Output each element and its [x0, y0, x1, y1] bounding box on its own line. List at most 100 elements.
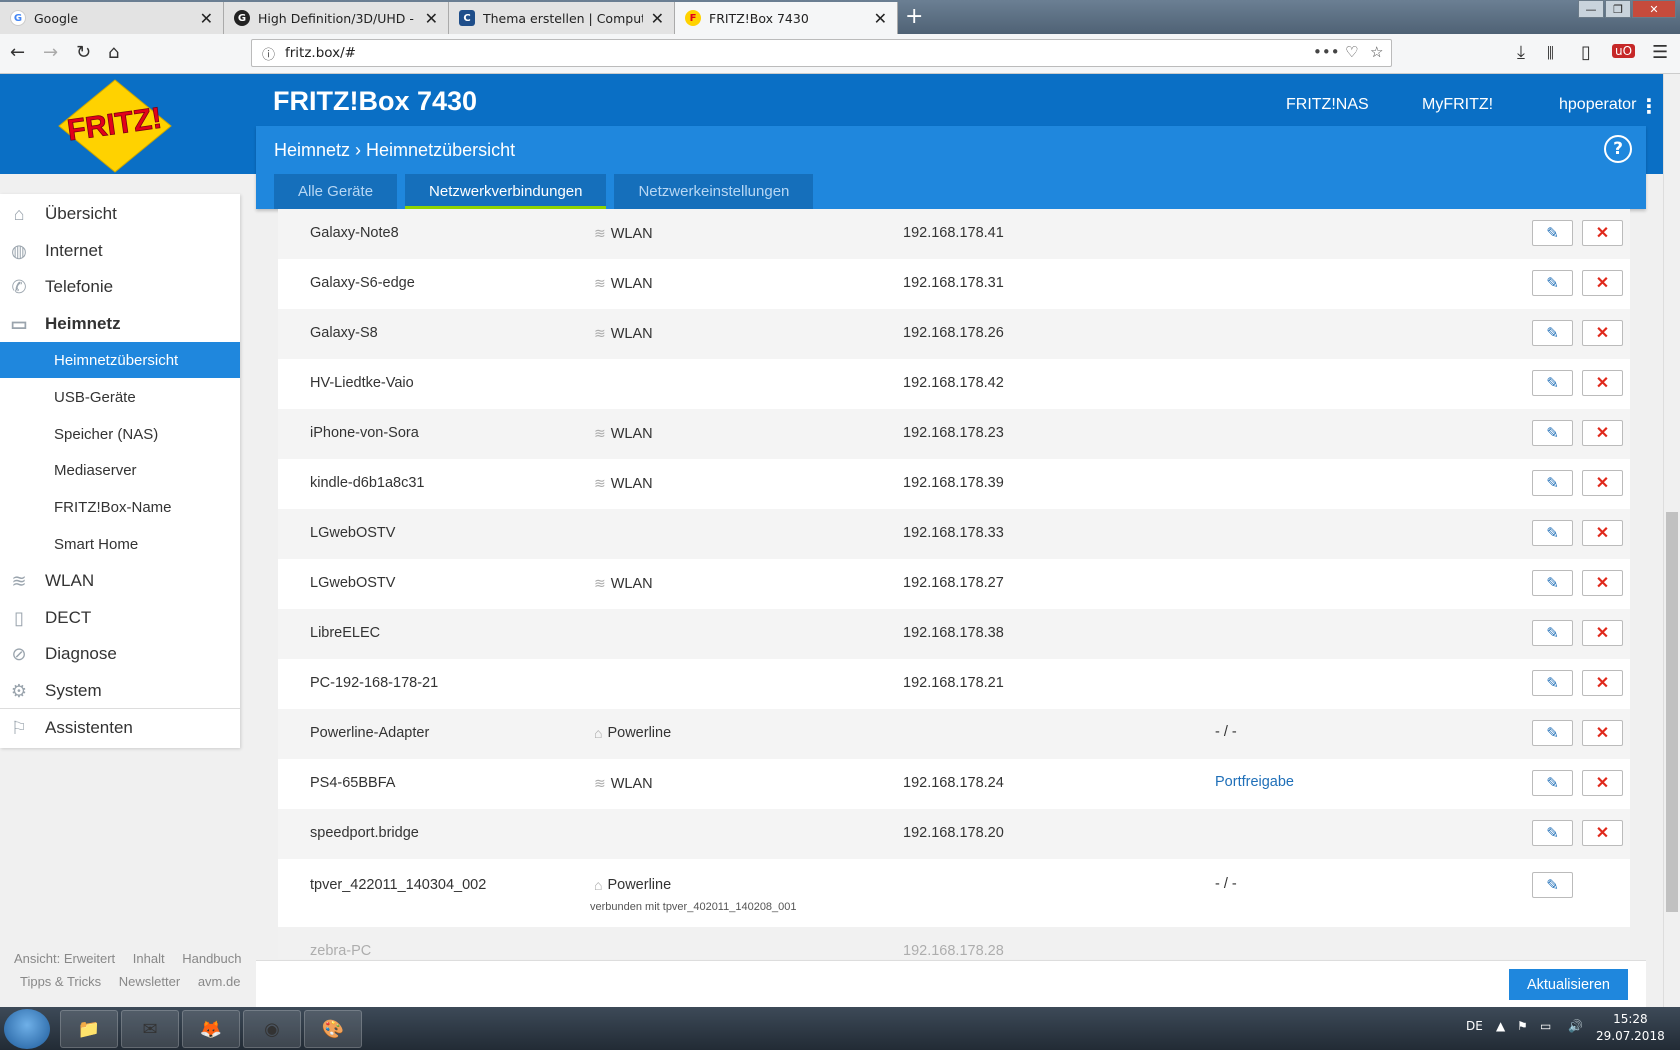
- tab-netzwerkverbindungen[interactable]: Netzwerkverbindungen: [405, 174, 607, 209]
- edit-button[interactable]: ✎: [1532, 220, 1573, 246]
- page-actions-icon[interactable]: •••: [1313, 43, 1340, 61]
- close-tab-icon[interactable]: ✕: [874, 9, 887, 28]
- edit-button[interactable]: ✎: [1532, 370, 1573, 396]
- site-info-icon[interactable]: ⓘ: [262, 44, 275, 63]
- volume-icon[interactable]: 🔊: [1568, 1019, 1583, 1033]
- portfreigabe-link[interactable]: Portfreigabe: [1215, 774, 1294, 790]
- delete-button[interactable]: ✕: [1582, 270, 1623, 296]
- delete-button[interactable]: ✕: [1582, 470, 1623, 496]
- back-icon[interactable]: ←: [10, 42, 25, 63]
- bookmark-star-icon[interactable]: ☆: [1370, 43, 1383, 61]
- myfritz-link[interactable]: MyFRITZ!: [1422, 96, 1493, 114]
- delete-button[interactable]: ✕: [1582, 370, 1623, 396]
- forward-icon[interactable]: →: [43, 42, 58, 63]
- sidebar-item-dect[interactable]: ▯ DECT: [0, 600, 240, 636]
- sidebar-sub-smart-home[interactable]: Smart Home: [0, 526, 240, 562]
- delete-button[interactable]: ✕: [1582, 320, 1623, 346]
- footer-link-tipps[interactable]: Tipps & Tricks: [20, 974, 101, 989]
- edit-button[interactable]: ✎: [1532, 872, 1573, 898]
- edit-button[interactable]: ✎: [1532, 320, 1573, 346]
- action-center-icon[interactable]: ⚑: [1517, 1019, 1528, 1033]
- footer-link-ansicht[interactable]: Ansicht: Erweitert: [14, 951, 115, 966]
- ublock-icon[interactable]: uO: [1612, 44, 1636, 58]
- close-tab-icon[interactable]: ✕: [651, 9, 664, 28]
- address-bar[interactable]: ⓘ fritz.box/# ••• ♡ ☆: [251, 39, 1392, 67]
- page-scrollbar[interactable]: [1663, 74, 1680, 1007]
- edit-button[interactable]: ✎: [1532, 520, 1573, 546]
- edit-button[interactable]: ✎: [1532, 720, 1573, 746]
- close-tab-icon[interactable]: ✕: [425, 9, 438, 28]
- tab-alle-geraete[interactable]: Alle Geräte: [274, 174, 398, 209]
- app-globe-icon[interactable]: ◉: [243, 1010, 301, 1048]
- browser-tab-fritzbox[interactable]: F FRITZ!Box 7430 ✕: [675, 2, 898, 34]
- sidebar-item-uebersicht[interactable]: ⌂ Übersicht: [0, 196, 240, 232]
- delete-button[interactable]: ✕: [1582, 620, 1623, 646]
- breadcrumb-parent[interactable]: Heimnetz: [274, 140, 350, 160]
- delete-button[interactable]: ✕: [1582, 570, 1623, 596]
- delete-button[interactable]: ✕: [1582, 720, 1623, 746]
- system-clock[interactable]: 15:28 29.07.2018: [1596, 1011, 1665, 1045]
- edit-button[interactable]: ✎: [1532, 670, 1573, 696]
- tray-expand-icon[interactable]: ▲: [1496, 1019, 1505, 1033]
- fritznas-link[interactable]: FRITZ!NAS: [1286, 96, 1369, 114]
- sidebar-item-diagnose[interactable]: ⊘ Diagnose: [0, 636, 240, 672]
- user-menu[interactable]: hpoperator: [1559, 96, 1636, 114]
- sidebar-item-internet[interactable]: ◍ Internet: [0, 233, 240, 269]
- sidebar-item-heimnetz[interactable]: ▭ Heimnetz: [0, 306, 240, 342]
- reload-icon[interactable]: ↻: [76, 42, 91, 63]
- pocket-icon[interactable]: ♡: [1345, 43, 1358, 61]
- delete-button[interactable]: ✕: [1582, 820, 1623, 846]
- sidebar-sub-heimnetzuebersicht[interactable]: Heimnetzübersicht: [0, 342, 240, 378]
- library-icon[interactable]: ⫼: [1547, 44, 1554, 62]
- edit-button[interactable]: ✎: [1532, 570, 1573, 596]
- help-icon[interactable]: ?: [1604, 135, 1632, 163]
- sidebar-sub-mediaserver[interactable]: Mediaserver: [0, 452, 240, 488]
- start-button[interactable]: [4, 1009, 50, 1049]
- sidebar-sub-fritzbox-name[interactable]: FRITZ!Box-Name: [0, 489, 240, 525]
- close-tab-icon[interactable]: ✕: [200, 9, 213, 28]
- scrollbar-thumb[interactable]: [1666, 512, 1678, 912]
- edit-button[interactable]: ✎: [1532, 470, 1573, 496]
- fritz-logo[interactable]: FRITZ!: [55, 78, 175, 173]
- maximize-icon[interactable]: ❐: [1605, 0, 1631, 18]
- more-vertical-icon[interactable]: ⋮: [1639, 94, 1659, 118]
- firefox-icon[interactable]: 🦊: [182, 1010, 240, 1048]
- footer-link-handbuch[interactable]: Handbuch: [182, 951, 241, 966]
- delete-button[interactable]: ✕: [1582, 520, 1623, 546]
- language-indicator[interactable]: DE: [1466, 1019, 1483, 1033]
- minimize-icon[interactable]: —: [1578, 0, 1604, 18]
- home-icon[interactable]: ⌂: [108, 42, 119, 63]
- sidebar-item-wlan[interactable]: ≋ WLAN: [0, 563, 240, 599]
- sidebar-item-system[interactable]: ⚙ System: [0, 673, 240, 709]
- delete-button[interactable]: ✕: [1582, 770, 1623, 796]
- browser-tab-hifi[interactable]: G High Definition/3D/UHD - Seite ✕: [224, 2, 449, 34]
- sidebar-sub-usb-geraete[interactable]: USB-Geräte: [0, 379, 240, 415]
- download-icon[interactable]: ⤓: [1517, 42, 1525, 63]
- sidebar-item-assistenten[interactable]: ⚐ Assistenten: [0, 710, 240, 746]
- delete-button[interactable]: ✕: [1582, 220, 1623, 246]
- edit-button[interactable]: ✎: [1532, 770, 1573, 796]
- sidebar-toggle-icon[interactable]: ▯: [1581, 42, 1591, 63]
- edit-button[interactable]: ✎: [1532, 270, 1573, 296]
- sidebar-item-telefonie[interactable]: ✆ Telefonie: [0, 269, 240, 305]
- paint-icon[interactable]: 🎨: [304, 1010, 362, 1048]
- edit-button[interactable]: ✎: [1532, 820, 1573, 846]
- edit-button[interactable]: ✎: [1532, 620, 1573, 646]
- menu-icon[interactable]: ☰: [1652, 42, 1668, 63]
- footer-link-avm[interactable]: avm.de: [198, 974, 241, 989]
- outlook-icon[interactable]: ✉: [121, 1010, 179, 1048]
- browser-tab-computerbase[interactable]: C Thema erstellen | ComputerBase ✕: [449, 2, 675, 34]
- browser-tab-google[interactable]: G Google ✕: [0, 2, 224, 34]
- delete-button[interactable]: ✕: [1582, 670, 1623, 696]
- edit-button[interactable]: ✎: [1532, 420, 1573, 446]
- footer-link-inhalt[interactable]: Inhalt: [133, 951, 165, 966]
- network-tray-icon[interactable]: ▭: [1540, 1019, 1551, 1033]
- refresh-button[interactable]: Aktualisieren: [1509, 969, 1628, 1000]
- explorer-icon[interactable]: 📁: [60, 1010, 118, 1048]
- window-close-icon[interactable]: ✕: [1632, 0, 1676, 18]
- sidebar-sub-speicher-nas[interactable]: Speicher (NAS): [0, 416, 240, 452]
- footer-link-newsletter[interactable]: Newsletter: [119, 974, 180, 989]
- tab-netzwerkeinstellungen[interactable]: Netzwerkeinstellungen: [614, 174, 814, 209]
- delete-button[interactable]: ✕: [1582, 420, 1623, 446]
- new-tab-icon[interactable]: +: [905, 4, 923, 29]
